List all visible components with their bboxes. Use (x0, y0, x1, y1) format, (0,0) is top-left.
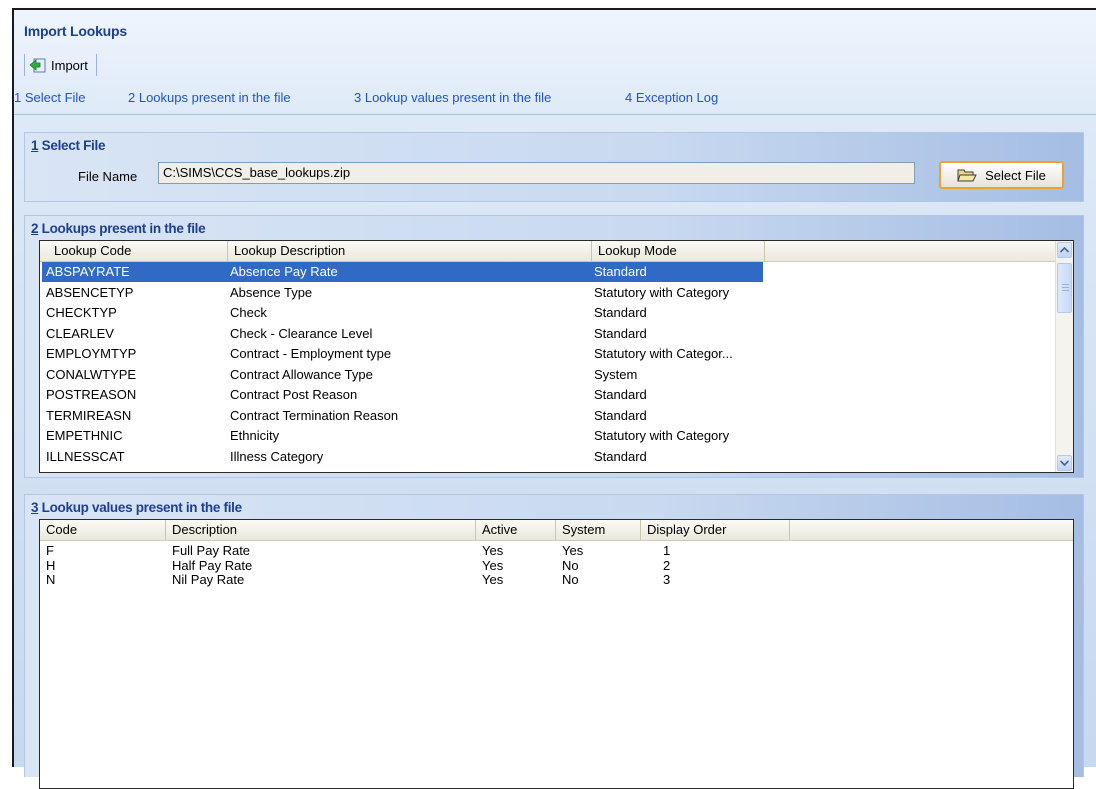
section-title-lookups: 2 Lookups present in the file (31, 221, 206, 236)
table-row[interactable]: ILLNESSCAT Illness Category Standard (40, 447, 1056, 468)
column-header-active[interactable]: Active (476, 520, 556, 540)
cell-lookup-mode: Standard (594, 387, 647, 402)
table-row[interactable]: POSTREASON Contract Post Reason Standard (40, 385, 1056, 406)
step-links: 1 Select File 2 Lookups present in the f… (14, 90, 718, 105)
cell-lookup-description: Check - Clearance Level (230, 325, 373, 341)
table-row[interactable]: CLEARLEV Check - Clearance Level Standard (40, 324, 1056, 345)
toolbar-separator (24, 54, 25, 76)
table-row[interactable]: TERMIREASN Contract Termination Reason Sta… (40, 406, 1056, 427)
lookups-grid-rows: ABSPAYRATE Absence Pay Rate Standard ABSENC… (40, 262, 1056, 467)
table-row[interactable]: CONALWTYPE Contract Allowance Type System (40, 365, 1056, 386)
cell-lookup-mode: Standard (594, 305, 647, 320)
import-lookups-window: Import Lookups Import 1 Select File 2 Lo… (12, 8, 1096, 789)
cell-lookup-code: CHECKTYP (46, 305, 117, 320)
step-link-lookups[interactable]: 2 Lookups present in the file (128, 90, 354, 105)
table-row[interactable]: H Half Pay Rate Yes No 2 (40, 559, 1073, 574)
cell-lookup-description: Illness Category (230, 448, 324, 464)
cell-lookup-description: Contract Post Reason (230, 387, 358, 402)
table-row[interactable]: N Nil Pay Rate Yes No 3 (40, 573, 1073, 588)
cell-lookup-description: Ethnicity (230, 428, 280, 443)
step-link-select-file[interactable]: 1 Select File (14, 90, 128, 105)
cell-system: No (562, 573, 579, 587)
table-row[interactable]: CHECKTYP Check Standard (40, 303, 1056, 324)
grip-line (1062, 284, 1069, 285)
cell-lookup-code: CONALWTYPE (46, 366, 137, 382)
file-name-field[interactable]: C:\SIMS\CCS_base_lookups.zip (158, 162, 915, 184)
cell-lookup-description: Absence Pay Rate (226, 262, 590, 282)
section-title-text: Lookup values present in the file (38, 500, 242, 515)
table-row[interactable]: EMPLOYMTYP Contract - Employment type Stat… (40, 344, 1056, 365)
page-title: Import Lookups (24, 23, 127, 39)
column-header-lookup-mode[interactable]: Lookup Mode (592, 241, 765, 261)
cell-lookup-code: ILLNESSCAT (46, 448, 125, 464)
header-panel: Import Lookups Import 1 Select File 2 Lo… (14, 10, 1096, 115)
step-link-lookup-values[interactable]: 3 Lookup values present in the file (354, 90, 625, 105)
lookups-grid-header: Lookup Code Lookup Description Lookup Mo… (40, 241, 1056, 262)
cell-lookup-description: Contract Allowance Type (230, 366, 373, 382)
cell-lookup-code: ABSPAYRATE (42, 262, 226, 282)
cell-lookup-code: TERMIREASN (46, 407, 132, 423)
lookup-values-grid: Code Description Active System Display O… (39, 519, 1074, 789)
import-label: Import (51, 57, 88, 73)
select-file-button-label: Select File (985, 167, 1046, 183)
step-link-exception-log[interactable]: 4 Exception Log (625, 90, 718, 105)
cell-lookup-code: EMPLOYMTYP (46, 346, 137, 361)
column-header-system[interactable]: System (556, 520, 641, 540)
table-row[interactable]: F Full Pay Rate Yes Yes 1 (40, 544, 1073, 559)
cell-code: N (46, 573, 56, 587)
cell-lookup-mode: Statutory with Categor... (594, 346, 733, 361)
section-title-text: Lookups present in the file (38, 221, 206, 236)
cell-lookup-description: Absence Type (230, 284, 313, 300)
table-row[interactable]: EMPETHNIC Ethnicity Statutory with Categor… (40, 426, 1056, 447)
import-button[interactable]: Import (29, 56, 88, 74)
scroll-up-button[interactable] (1057, 242, 1072, 258)
column-header-code[interactable]: Code (40, 520, 166, 540)
cell-description: Nil Pay Rate (172, 573, 245, 587)
scroll-down-button[interactable] (1057, 455, 1072, 471)
column-header-lookup-code[interactable]: Lookup Code (48, 241, 228, 261)
cell-display-order: 3 (663, 573, 671, 587)
cell-lookup-mode: Standard (594, 325, 647, 341)
cell-active: Yes (482, 573, 504, 587)
folder-open-icon (957, 169, 977, 182)
lookups-grid: Lookup Code Lookup Description Lookup Mo… (39, 240, 1074, 473)
cell-lookup-mode: Statutory with Category (594, 428, 730, 443)
table-row[interactable]: ABSENCETYP Absence Type Statutory with Cat… (40, 283, 1056, 304)
cell-lookup-code: EMPETHNIC (46, 428, 123, 443)
cell-lookup-mode: System (594, 366, 638, 382)
cell-lookup-mode: Standard (594, 448, 647, 464)
cell-lookup-mode: Standard (590, 262, 763, 282)
lookup-values-grid-rows: F Full Pay Rate Yes Yes 1 H Half Pay Rate Yes No… (40, 544, 1073, 588)
select-file-button[interactable]: Select File (939, 161, 1064, 189)
grip-line (1062, 287, 1069, 288)
cell-lookup-mode: Standard (594, 407, 647, 423)
lookup-values-grid-header: Code Description Active System Display O… (40, 520, 1073, 541)
lookup-values-section: 3 Lookup values present in the file Code… (24, 494, 1084, 789)
column-header-description[interactable]: Description (166, 520, 476, 540)
lookups-section: 2 Lookups present in the file Lookup Cod… (24, 215, 1084, 478)
cell-lookup-code: CLEARLEV (46, 325, 114, 341)
toolbar: Import (24, 53, 97, 77)
grip-line (1062, 290, 1069, 291)
toolbar-separator (95, 54, 97, 76)
cell-lookup-mode: Statutory with Category (594, 284, 730, 300)
cell-lookup-code: POSTREASON (46, 387, 137, 402)
import-arrow-icon (29, 58, 46, 73)
section-title-lookup-values: 3 Lookup values present in the file (31, 500, 242, 515)
scroll-thumb[interactable] (1057, 263, 1072, 313)
cell-lookup-code: ABSENCETYP (46, 284, 134, 300)
table-row[interactable]: ABSPAYRATE Absence Pay Rate Standard (40, 262, 1056, 283)
column-header-lookup-description[interactable]: Lookup Description (228, 241, 592, 261)
select-file-section: 1 Select File File Name C:\SIMS\CCS_base… (24, 132, 1084, 202)
lookups-scrollbar[interactable] (1055, 241, 1073, 472)
cell-lookup-description: Contract - Employment type (230, 346, 392, 361)
file-name-label: File Name (78, 169, 138, 184)
cell-lookup-description: Check (230, 305, 267, 320)
section-title-select-file: 1 Select File (31, 138, 105, 153)
column-header-display-order[interactable]: Display Order (641, 520, 790, 540)
cell-lookup-description: Contract Termination Reason (230, 407, 399, 423)
section-title-text: Select File (38, 138, 106, 153)
scroll-down-arrow-icon (1060, 460, 1069, 466)
scroll-up-arrow-icon (1060, 247, 1069, 253)
